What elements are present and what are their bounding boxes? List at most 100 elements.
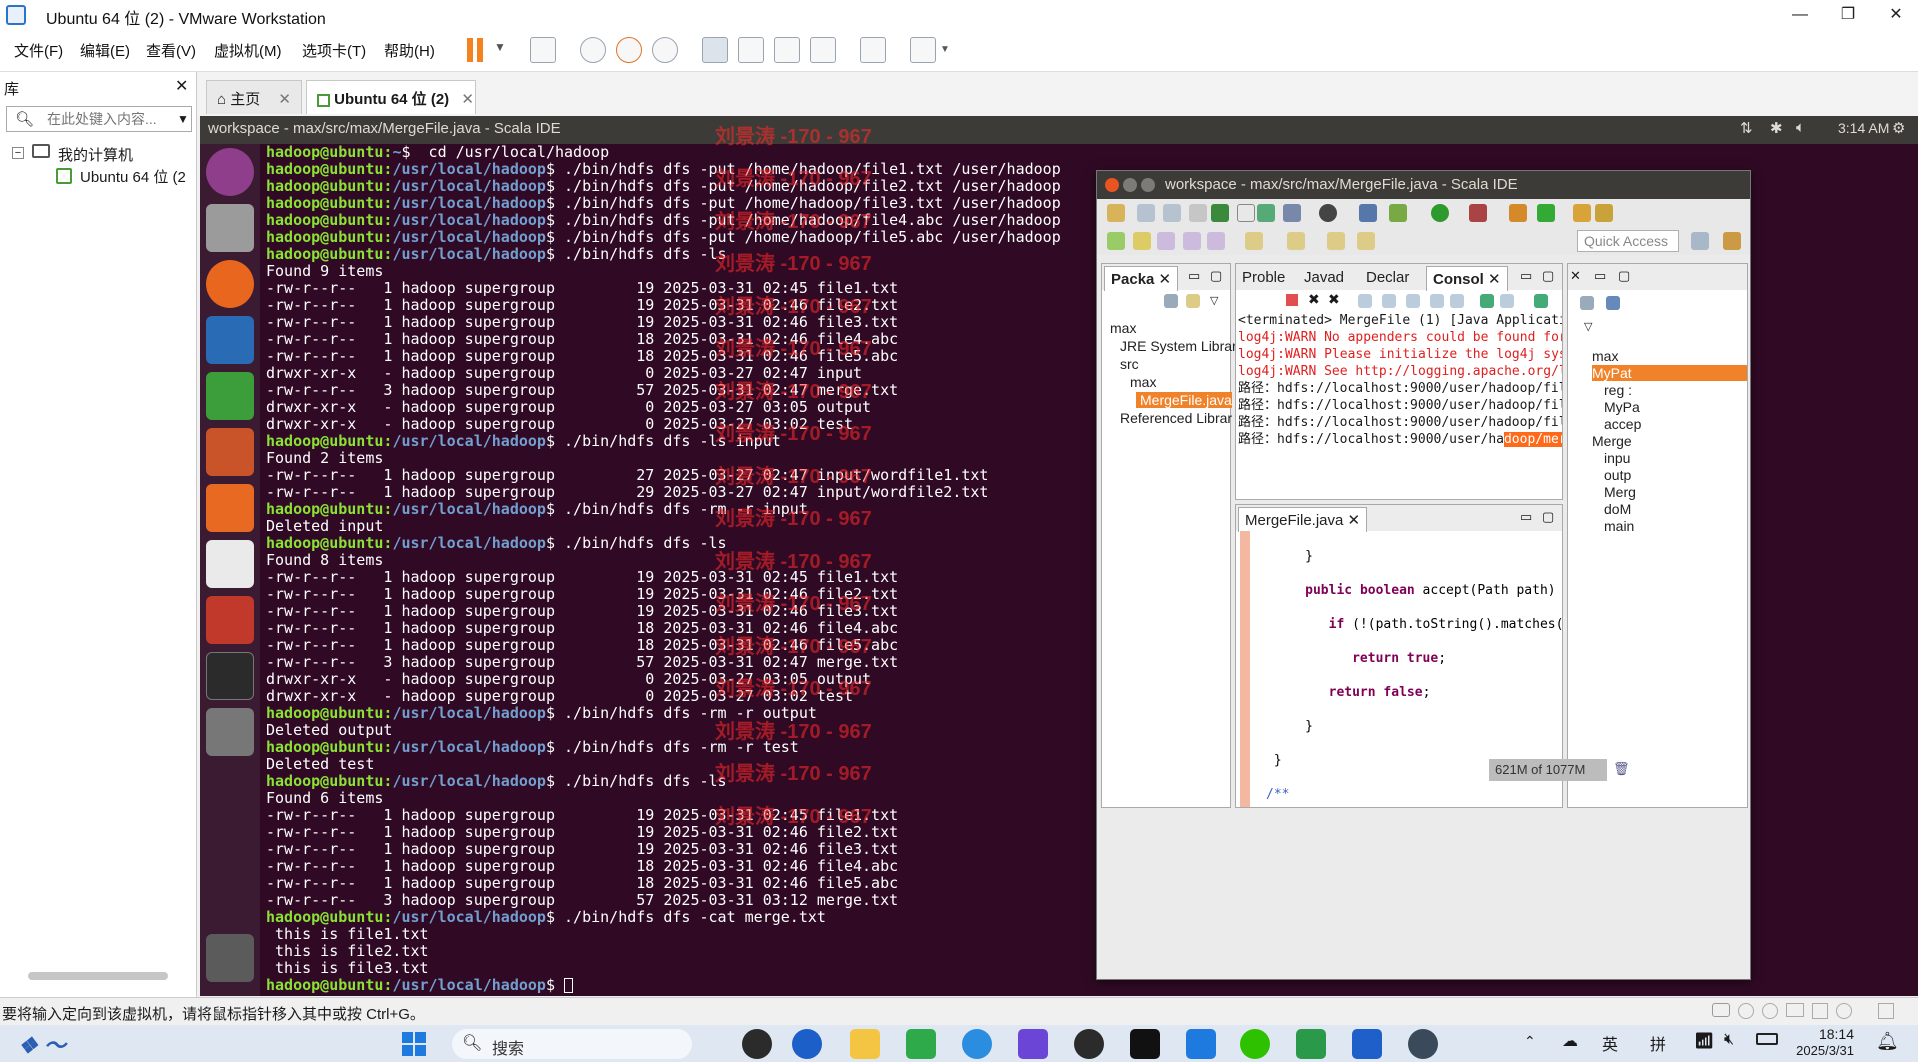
run-icon[interactable] [1431, 204, 1449, 222]
tab-declaration[interactable]: Declar [1366, 269, 1409, 286]
skip-breakpoints-icon[interactable] [1359, 204, 1377, 222]
steam2-icon[interactable] [1074, 1029, 1104, 1059]
editor-minimize-icon[interactable]: ▭ [1520, 509, 1532, 525]
outline-item[interactable]: Merg [1604, 484, 1636, 500]
open-perspective-icon[interactable] [1691, 232, 1709, 250]
remove-all-icon[interactable]: ✖ [1328, 291, 1340, 308]
pause-icon[interactable] [467, 38, 473, 62]
outline-sort-icon[interactable] [1606, 296, 1620, 310]
save-all-icon[interactable] [1163, 204, 1181, 222]
settings-taskbar-icon[interactable] [1408, 1029, 1438, 1059]
terminate-icon[interactable] [1286, 294, 1298, 306]
garbage-collect-icon[interactable]: 🗑︎ [1613, 761, 1630, 777]
outline-item[interactable]: Merge [1592, 433, 1632, 449]
editor-maximize-icon[interactable]: ▢ [1542, 509, 1554, 525]
fullscreen-status-icon[interactable] [1878, 1003, 1894, 1019]
search-type-icon[interactable] [1283, 204, 1301, 222]
ide-close-icon[interactable] [1105, 178, 1119, 192]
toggle-mark-icon[interactable] [1157, 232, 1175, 250]
cdrom-icon[interactable] [1738, 1003, 1754, 1019]
taskbar-search[interactable]: 🔍︎ 搜索 [452, 1029, 692, 1059]
scala-icon[interactable] [1257, 204, 1275, 222]
show-stdout-icon[interactable] [1430, 294, 1444, 308]
outline-item[interactable]: accep [1604, 416, 1641, 432]
outline-item[interactable]: doM [1604, 501, 1631, 517]
ide-minimize-icon[interactable] [1123, 178, 1137, 192]
tab-mergefile-java[interactable]: MergeFile.java ✕ [1238, 507, 1368, 532]
tree-project-max[interactable]: max [1110, 320, 1136, 336]
print-icon[interactable] [1189, 204, 1207, 222]
save-icon[interactable] [1137, 204, 1155, 222]
editor-tab-close-icon[interactable]: ✕ [1348, 512, 1361, 529]
ide-maximize-icon[interactable] [1141, 178, 1155, 192]
taskbar-date[interactable]: 2025/3/31 [1784, 1043, 1854, 1058]
pause-dropdown-icon[interactable]: ▼ [494, 40, 506, 54]
tab-package-explorer[interactable]: Packa ✕ [1104, 266, 1179, 291]
library-search-input[interactable] [47, 110, 167, 128]
outline-menu-icon[interactable]: ▽ [1584, 320, 1592, 333]
remove-launch-icon[interactable]: ✖ [1308, 291, 1320, 308]
snapshot-icon[interactable] [580, 37, 606, 63]
outline-item[interactable]: main [1604, 518, 1634, 534]
nav-icon[interactable] [1357, 232, 1375, 250]
forward-icon[interactable] [1327, 232, 1345, 250]
open-console-icon[interactable] [1534, 294, 1548, 308]
printer-icon[interactable] [1786, 1003, 1804, 1017]
outline-minimize-icon[interactable]: ▭ [1594, 268, 1606, 284]
tab-console[interactable]: Consol ✕ [1426, 266, 1508, 291]
tree-mergefile-java[interactable]: MergeFile.java [1136, 392, 1232, 408]
snapshot-manager-icon[interactable] [652, 37, 678, 63]
tree-jre-library[interactable]: JRE System Librar [1120, 338, 1237, 354]
feather-app-icon[interactable] [792, 1029, 822, 1059]
thumbnail-bar-icon[interactable] [738, 37, 764, 63]
link-editor-icon[interactable] [1186, 294, 1200, 308]
sound-icon[interactable] [1812, 1003, 1828, 1019]
coverage-icon[interactable] [1469, 204, 1487, 222]
hdd-icon[interactable] [1712, 1003, 1730, 1017]
next-annotation-icon[interactable] [1107, 232, 1125, 250]
outline-maximize-icon[interactable]: ▢ [1618, 268, 1630, 284]
tree-ubuntu-vm[interactable]: Ubuntu 64 位 (2 [80, 166, 186, 187]
show-stderr-icon[interactable] [1450, 294, 1464, 308]
steam-icon[interactable] [742, 1029, 772, 1059]
scroll-lock-icon[interactable] [1382, 294, 1396, 308]
menu-tabs[interactable]: 选项卡(T) [302, 40, 366, 61]
clear-console-icon[interactable] [1358, 294, 1372, 308]
package-minimize-icon[interactable]: ▭ [1188, 268, 1200, 284]
file-explorer-icon[interactable] [850, 1029, 880, 1059]
collapse-all-icon[interactable] [1164, 294, 1178, 308]
debug-icon[interactable] [1389, 204, 1407, 222]
tree-collapse-icon[interactable]: − [12, 147, 24, 159]
full-screen-icon[interactable] [774, 37, 800, 63]
pin-console-icon[interactable] [1480, 294, 1494, 308]
menu-edit[interactable]: 编辑(E) [80, 40, 130, 61]
outline-close-icon[interactable]: ✕ [1570, 268, 1581, 284]
tab-package-close-icon[interactable]: ✕ [1159, 271, 1172, 288]
screen-app-icon[interactable] [1296, 1029, 1326, 1059]
back-icon[interactable] [1287, 232, 1305, 250]
battery-icon[interactable] [1756, 1033, 1778, 1045]
console-minimize-icon[interactable]: ▭ [1520, 268, 1532, 284]
restore-button[interactable]: ❐ [1828, 2, 1868, 28]
notification-icon[interactable]: 🔔︎ [1876, 1031, 1899, 1052]
outline-item[interactable]: inpu [1604, 450, 1630, 466]
usb-icon[interactable] [1836, 1003, 1852, 1019]
search-dropdown-icon[interactable]: ▼ [177, 112, 189, 126]
outline-item[interactable]: reg : [1604, 382, 1632, 398]
word-wrap-icon[interactable] [1406, 294, 1420, 308]
vmware-taskbar-icon[interactable] [1186, 1029, 1216, 1059]
wechat-icon[interactable] [1240, 1029, 1270, 1059]
tab-home[interactable]: ⌂ 主页 ✕ [206, 80, 302, 114]
display-console-icon[interactable] [1500, 294, 1514, 308]
tree-referenced-libraries[interactable]: Referenced Librar [1120, 410, 1232, 426]
outline-item[interactable]: outp [1604, 467, 1631, 483]
music-app-icon[interactable] [1130, 1029, 1160, 1059]
taskbar-time[interactable]: 18:14 [1794, 1026, 1854, 1042]
show-library-icon[interactable] [702, 37, 728, 63]
outline-item[interactable]: MyPa [1604, 399, 1640, 415]
view-menu-icon[interactable]: ▽ [1210, 294, 1218, 307]
send-ctrl-alt-del-icon[interactable] [530, 37, 556, 63]
outline-item[interactable]: MyPat [1592, 365, 1747, 381]
tab-ubuntu-vm[interactable]: Ubuntu 64 位 (2) ✕ [306, 80, 476, 114]
menu-view[interactable]: 查看(V) [146, 40, 196, 61]
